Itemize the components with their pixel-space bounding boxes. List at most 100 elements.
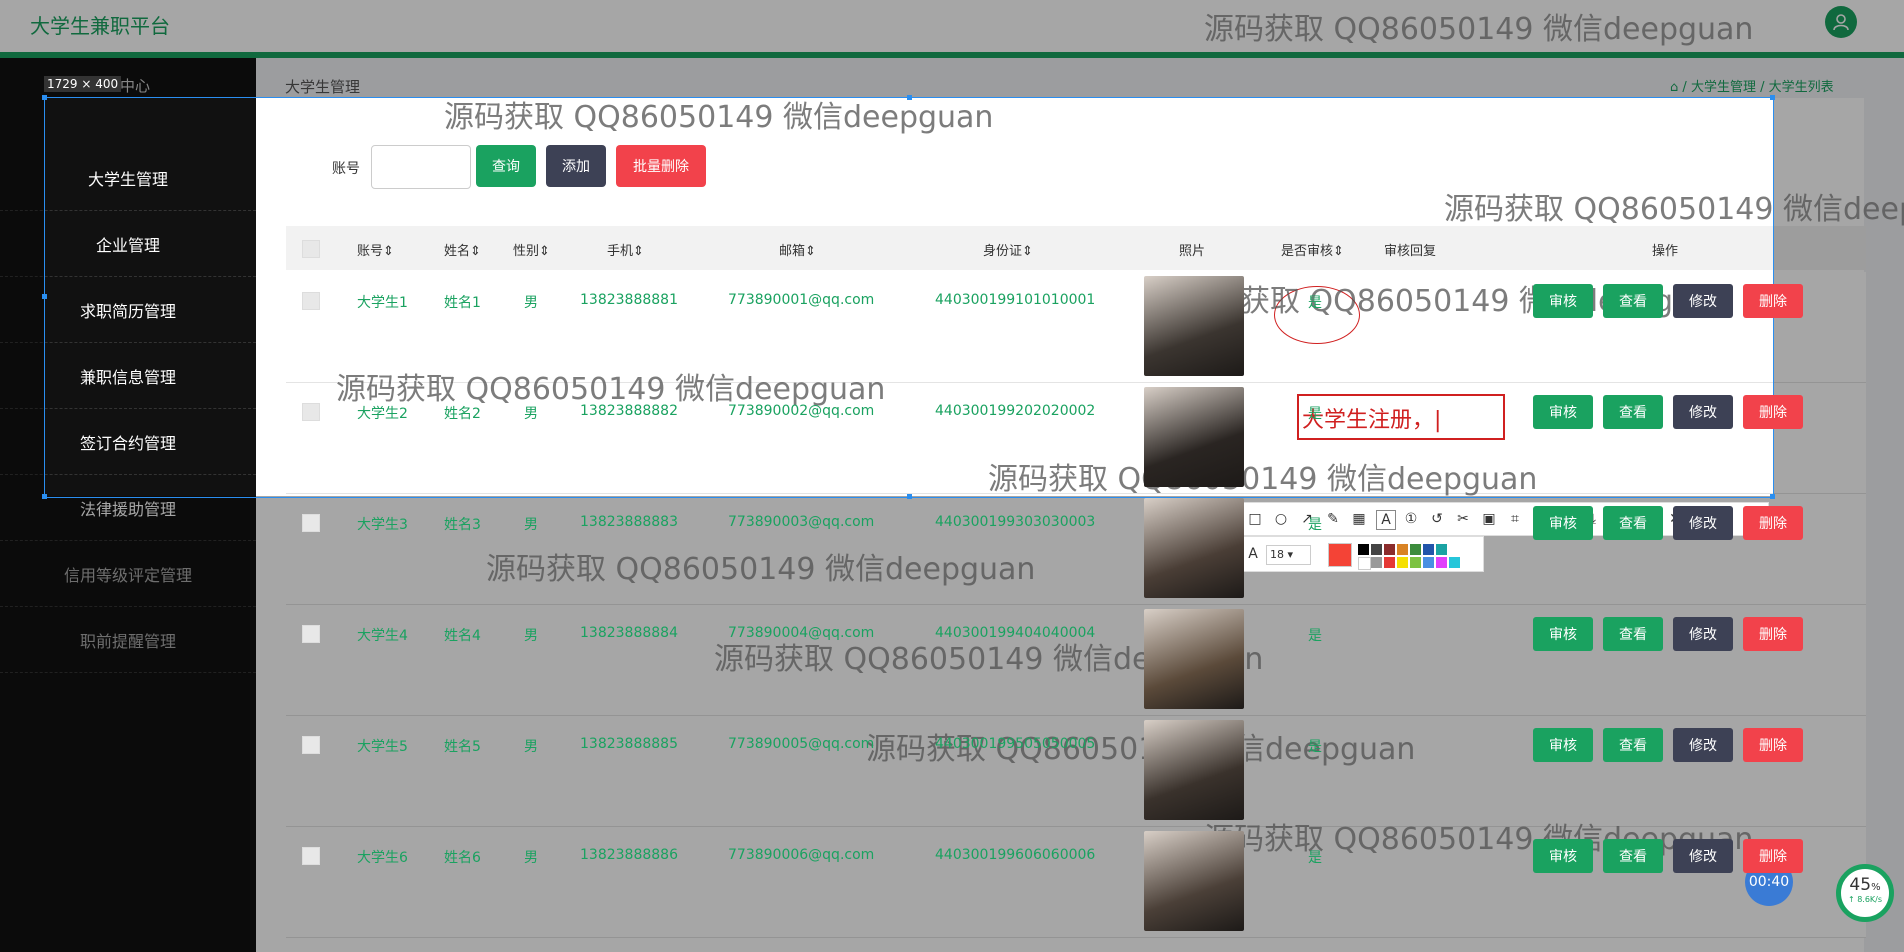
color-swatch[interactable] <box>1384 544 1395 555</box>
color-swatch[interactable] <box>1397 544 1408 555</box>
watermark: 源码获取 QQ86050149 微信deepguan <box>1204 12 1754 47</box>
dim-overlay <box>0 97 44 496</box>
text-style-toolbar: A 18 ▾ <box>1237 536 1484 572</box>
student-photo[interactable] <box>1144 831 1244 931</box>
center-label: 中心 <box>120 77 151 95</box>
watermark: 源码获取 QQ86050149 微信deepguan <box>1204 822 1754 857</box>
view-button[interactable]: 查看 <box>1603 839 1663 873</box>
cell-name: 姓名4 <box>444 628 481 644</box>
row-checkbox[interactable] <box>302 514 320 532</box>
font-size-select[interactable]: 18 ▾ <box>1266 545 1311 565</box>
cell-gender: 男 <box>524 628 538 644</box>
view-button[interactable]: 查看 <box>1603 506 1663 540</box>
cell-email: 773890001@qq.com <box>728 292 875 308</box>
ocr-icon[interactable]: ▣ <box>1480 510 1498 528</box>
audit-button[interactable]: 审核 <box>1533 617 1593 651</box>
delete-button[interactable]: 删除 <box>1743 728 1803 762</box>
cell-approved: 是 <box>1308 628 1322 644</box>
undo-icon[interactable]: ↺ <box>1428 510 1446 528</box>
current-color-swatch[interactable] <box>1328 543 1352 567</box>
cell-idcard: 440300199303030003 <box>935 514 1096 530</box>
delete-button[interactable]: 删除 <box>1743 395 1803 429</box>
mosaic-icon[interactable]: ▦ <box>1350 510 1368 528</box>
watermark: 源码获取 QQ86050149 微信deepguan <box>444 100 994 135</box>
pen-icon[interactable]: ✎ <box>1324 510 1342 528</box>
scan-icon[interactable]: ⌗ <box>1506 510 1524 528</box>
watermark: 源码获取 QQ86050149 微信deepguan <box>1444 192 1904 227</box>
view-button[interactable]: 查看 <box>1603 395 1663 429</box>
color-swatch[interactable] <box>1423 544 1434 555</box>
cell-account: 大学生6 <box>357 850 408 866</box>
cell-gender: 男 <box>524 406 538 422</box>
cell-idcard: 440300199101010001 <box>935 292 1096 308</box>
resize-handle[interactable] <box>42 95 47 100</box>
color-swatch[interactable] <box>1358 544 1369 555</box>
number-icon[interactable]: ① <box>1402 510 1420 528</box>
color-swatch[interactable] <box>1371 544 1382 555</box>
student-photo[interactable] <box>1144 276 1244 376</box>
student-photo[interactable] <box>1144 609 1244 709</box>
audit-button[interactable]: 审核 <box>1533 728 1593 762</box>
color-swatch[interactable] <box>1423 557 1434 568</box>
student-photo[interactable] <box>1144 720 1244 820</box>
view-button[interactable]: 查看 <box>1603 728 1663 762</box>
cut-icon[interactable]: ✂ <box>1454 510 1472 528</box>
rectangle-icon[interactable]: □ <box>1246 510 1264 528</box>
watermark: 源码获取 QQ86050149 微信deepguan <box>486 552 1036 587</box>
font-icon: A <box>1248 546 1258 562</box>
delete-button[interactable]: 删除 <box>1743 506 1803 540</box>
edit-button[interactable]: 修改 <box>1673 617 1733 651</box>
cell-approved: 是 <box>1308 406 1322 422</box>
student-photo[interactable] <box>1144 387 1244 487</box>
edit-button[interactable]: 修改 <box>1673 728 1733 762</box>
audit-button[interactable]: 审核 <box>1533 395 1593 429</box>
cell-account: 大学生3 <box>357 517 408 533</box>
row-checkbox[interactable] <box>302 403 320 421</box>
delete-button[interactable]: 删除 <box>1743 617 1803 651</box>
network-speed-widget[interactable]: 45% ↑ 8.6K/s <box>1836 864 1894 922</box>
annotation-text[interactable]: 大学生注册，| <box>1302 402 1441 434</box>
edit-button[interactable]: 修改 <box>1673 284 1733 318</box>
color-swatch[interactable] <box>1449 557 1460 568</box>
resize-handle[interactable] <box>42 494 47 499</box>
row-checkbox[interactable] <box>302 625 320 643</box>
cell-name: 姓名6 <box>444 850 481 866</box>
delete-button[interactable]: 删除 <box>1743 284 1803 318</box>
color-swatch[interactable] <box>1436 544 1447 555</box>
color-swatch[interactable] <box>1410 544 1421 555</box>
view-button[interactable]: 查看 <box>1603 617 1663 651</box>
row-checkbox[interactable] <box>302 292 320 310</box>
delete-button[interactable]: 删除 <box>1743 839 1803 873</box>
row-checkbox[interactable] <box>302 736 320 754</box>
text-icon[interactable]: A <box>1376 510 1396 530</box>
color-swatch[interactable] <box>1371 557 1382 568</box>
selection-size-label: 1729 × 400 <box>44 76 122 92</box>
cell-email: 773890003@qq.com <box>728 514 875 530</box>
view-button[interactable]: 查看 <box>1603 284 1663 318</box>
resize-handle[interactable] <box>1770 95 1775 100</box>
color-swatch[interactable] <box>1384 557 1395 568</box>
cell-phone: 13823888886 <box>580 847 678 863</box>
student-photo[interactable] <box>1144 498 1244 598</box>
cell-account: 大学生4 <box>357 628 408 644</box>
edit-button[interactable]: 修改 <box>1673 506 1733 540</box>
cell-idcard: 440300199505050005 <box>935 736 1096 752</box>
resize-handle[interactable] <box>907 494 912 499</box>
color-swatch[interactable] <box>1410 557 1421 568</box>
audit-button[interactable]: 审核 <box>1533 284 1593 318</box>
resize-handle[interactable] <box>1770 494 1775 499</box>
cell-gender: 男 <box>524 517 538 533</box>
color-swatch[interactable] <box>1436 557 1447 568</box>
row-checkbox[interactable] <box>302 847 320 865</box>
cell-account: 大学生1 <box>357 295 408 311</box>
cell-name: 姓名3 <box>444 517 481 533</box>
audit-button[interactable]: 审核 <box>1533 839 1593 873</box>
resize-handle[interactable] <box>42 294 47 299</box>
audit-button[interactable]: 审核 <box>1533 506 1593 540</box>
edit-button[interactable]: 修改 <box>1673 395 1733 429</box>
cell-idcard: 440300199404040004 <box>935 625 1096 641</box>
ellipse-icon[interactable]: ○ <box>1272 510 1290 528</box>
color-swatch[interactable] <box>1358 557 1371 570</box>
color-swatch[interactable] <box>1397 557 1408 568</box>
edit-button[interactable]: 修改 <box>1673 839 1733 873</box>
